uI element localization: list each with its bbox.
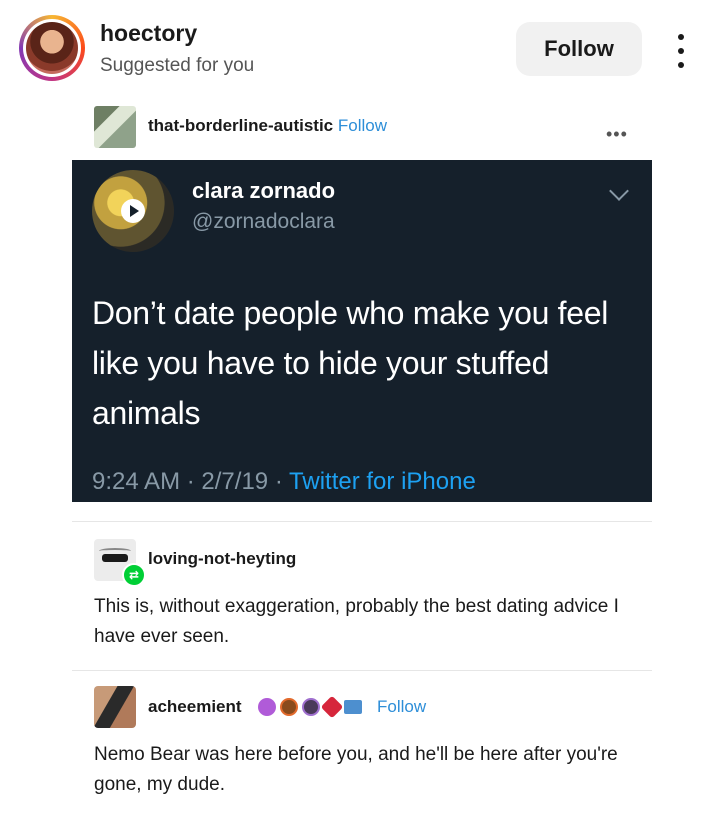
tweet-meta: 9:24 AM · 2/7/19 · Twitter for iPhone [92,468,476,496]
badge-row [258,695,362,719]
source-blog-name[interactable]: that-borderline-autistic [148,116,333,135]
tweet-source: Twitter for iPhone [289,468,476,495]
reblog-source-row: that-borderline-autistic Follow ••• [94,104,654,148]
tweet-date: 2/7/19 [201,468,269,495]
tweet-handle: @zornadoclara [192,210,335,233]
play-icon [121,199,145,223]
dark-badge-icon[interactable] [302,698,320,716]
reblog-icon: ⇄ [122,563,146,587]
kebab-dot [678,34,684,40]
comment-text: This is, without exaggeration, probably … [94,596,619,647]
avatar-frame [23,19,81,77]
avatar-image [26,22,78,74]
tweet-avatar [92,170,174,252]
meta-separator: · [274,468,283,495]
source-avatar[interactable] [94,106,136,148]
sunglasses-icon [99,548,131,562]
kebab-dot [678,48,684,54]
follow-button[interactable]: Follow [516,22,642,76]
post-author-name[interactable]: hoectory [100,20,197,47]
suggested-label: Suggested for you [100,55,255,76]
comment-blog-name[interactable]: loving-not-heyting [148,549,296,569]
tweet-time: 9:24 AM [92,468,181,495]
comment-avatar[interactable] [94,686,136,728]
comment-blog-name[interactable]: acheemient [148,697,242,717]
more-vertical-icon[interactable] [671,34,691,68]
red-badge-icon[interactable] [320,695,344,719]
comment-follow-link[interactable]: Follow [377,697,426,717]
purple-badge-icon[interactable] [258,698,276,716]
kebab-dot [678,62,684,68]
avatar[interactable] [19,15,85,81]
more-horizontal-icon[interactable]: ••• [606,124,628,145]
tweet-text: Don’t date people who make you feel like… [92,295,609,431]
tweet-screenshot: clara zornado @zornadoclara Don’t date p… [72,160,652,502]
brown-badge-icon[interactable] [280,698,298,716]
meta-separator: · [186,468,195,495]
source-blog-line: that-borderline-autistic Follow [148,116,387,136]
divider [72,670,652,671]
post-header: hoectory Suggested for you Follow [0,0,720,96]
chevron-down-icon [609,181,629,201]
divider [72,521,652,522]
source-follow-link[interactable]: Follow [338,116,387,135]
comment-text: Nemo Bear was here before you, and he'll… [94,744,618,795]
tweet-display-name: clara zornado [192,178,336,203]
blue-badge-icon[interactable] [344,700,362,714]
